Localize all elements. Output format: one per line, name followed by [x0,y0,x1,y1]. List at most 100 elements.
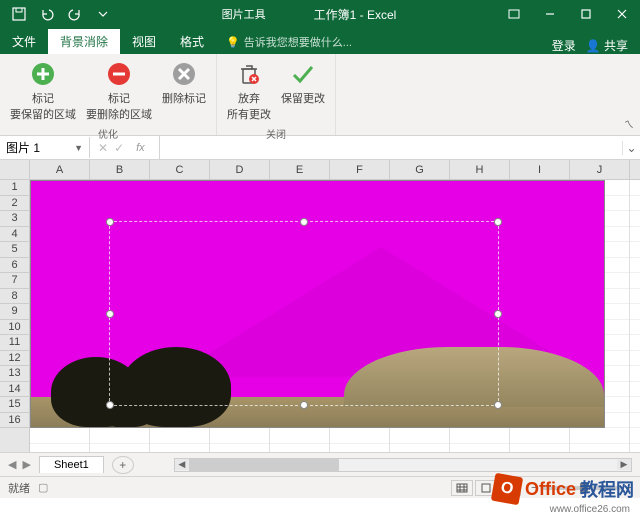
sheet-nav-prev[interactable]: ◀ [8,458,16,471]
select-all-corner[interactable] [0,160,30,180]
ribbon-display-options[interactable] [496,0,532,28]
watermark: O Office教程网 [493,475,634,503]
row-header[interactable]: 8 [0,289,29,305]
resize-handle[interactable] [494,401,502,409]
row-header[interactable]: 9 [0,304,29,320]
resize-handle[interactable] [300,401,308,409]
scroll-left-button[interactable]: ◀ [175,459,189,470]
sheet-nav-next[interactable]: ▶ [22,458,30,471]
scrollbar-thumb[interactable] [189,459,339,471]
row-header[interactable]: 13 [0,366,29,382]
row-header[interactable]: 11 [0,335,29,351]
inserted-picture[interactable] [30,180,605,428]
column-header[interactable]: D [210,160,270,179]
trash-icon [235,60,263,88]
chevron-down-icon: ▼ [74,143,83,153]
column-header[interactable]: J [570,160,630,179]
undo-button[interactable] [36,3,58,25]
label: 保留更改 [281,90,325,106]
row-header[interactable]: 5 [0,242,29,258]
column-header[interactable]: G [390,160,450,179]
ribbon-tabs: 文件 背景消除 视图 格式 💡 告诉我您想要做什么... 登录 👤 共享 [0,28,640,54]
resize-handle[interactable] [106,310,114,318]
new-sheet-button[interactable]: + [112,456,134,474]
column-header[interactable]: A [30,160,90,179]
label: 标记 [108,90,130,106]
macro-record-icon[interactable]: ▢ [38,481,48,494]
row-header[interactable]: 2 [0,196,29,212]
sheet-tab[interactable]: Sheet1 [39,456,104,473]
watermark-icon: O [491,473,523,505]
column-headers: A B C D E F G H I J [30,160,640,180]
column-header[interactable]: I [510,160,570,179]
scroll-right-button[interactable]: ▶ [617,459,631,470]
resize-handle[interactable] [494,218,502,226]
tab-file[interactable]: 文件 [0,29,48,54]
tell-me-placeholder: 告诉我您想要做什么... [244,34,352,50]
maximize-button[interactable] [568,0,604,28]
resize-handle[interactable] [106,401,114,409]
lightbulb-icon: 💡 [226,36,240,49]
save-button[interactable] [8,3,30,25]
cell-grid[interactable] [30,180,640,452]
row-header[interactable]: 14 [0,382,29,398]
ribbon-group-close: 放弃 所有更改 保留更改 关闭 [217,54,336,135]
window-title: 工作簿1 - Excel [314,6,397,23]
watermark-text: Office [525,479,576,500]
plus-circle-icon [29,60,57,88]
tab-background-removal[interactable]: 背景消除 [48,29,120,54]
minimize-button[interactable] [532,0,568,28]
column-header[interactable]: B [90,160,150,179]
column-header[interactable]: E [270,160,330,179]
discard-changes-button[interactable]: 放弃 所有更改 [225,58,273,124]
redo-button[interactable] [64,3,86,25]
resize-handle[interactable] [494,310,502,318]
fx-icon[interactable]: fx [130,142,151,154]
qat-customize-button[interactable] [92,3,114,25]
label: 标记 [32,90,54,106]
name-box-value: 图片 1 [6,139,40,156]
formula-bar-row: 图片 1 ▼ ✕ ✓ fx ⌄ [0,136,640,160]
row-header[interactable]: 10 [0,320,29,336]
row-header[interactable]: 4 [0,227,29,243]
login-link[interactable]: 登录 [552,37,576,54]
tab-view[interactable]: 视图 [120,29,168,54]
checkmark-icon [289,60,317,88]
ribbon-group-refine: 标记 要保留的区域 标记 要删除的区域 删除标记 优化 [0,54,217,135]
name-box[interactable]: 图片 1 ▼ [0,137,90,158]
column-header[interactable]: H [450,160,510,179]
row-header[interactable]: 3 [0,211,29,227]
worksheet-area: A B C D E F G H I J 1 2 3 4 5 6 7 8 9 10… [0,160,640,452]
resize-handle[interactable] [106,218,114,226]
column-header[interactable]: F [330,160,390,179]
row-header[interactable]: 6 [0,258,29,274]
group-label: 优化 [98,124,118,143]
row-header[interactable]: 15 [0,397,29,413]
row-header[interactable]: 12 [0,351,29,367]
marquee-selection[interactable] [109,221,499,406]
collapse-ribbon-button[interactable]: ㄟ [624,116,634,131]
mark-areas-keep-button[interactable]: 标记 要保留的区域 [8,58,78,124]
title-bar: 图片工具 工作簿1 - Excel [0,0,640,28]
mark-areas-remove-button[interactable]: 标记 要删除的区域 [84,58,154,124]
resize-handle[interactable] [300,218,308,226]
minus-circle-icon [105,60,133,88]
tab-format[interactable]: 格式 [168,29,216,54]
row-header[interactable]: 16 [0,413,29,429]
tell-me-search[interactable]: 💡 告诉我您想要做什么... [216,30,552,54]
row-header[interactable]: 7 [0,273,29,289]
formula-bar[interactable] [159,136,622,159]
keep-changes-button[interactable]: 保留更改 [279,58,327,108]
share-label: 共享 [604,39,628,53]
status-ready: 就绪 [8,480,30,496]
column-header[interactable]: C [150,160,210,179]
expand-formula-bar-button[interactable]: ⌄ [622,141,640,155]
row-header[interactable]: 1 [0,180,29,196]
label: 放弃 [238,90,260,106]
view-normal-button[interactable] [451,480,473,496]
sheet-tab-bar: ◀ ▶ Sheet1 + ◀ ▶ [0,452,640,476]
close-button[interactable] [604,0,640,28]
delete-mark-button[interactable]: 删除标记 [160,58,208,108]
horizontal-scrollbar[interactable]: ◀ ▶ [174,458,632,472]
share-button[interactable]: 👤 共享 [586,37,628,54]
